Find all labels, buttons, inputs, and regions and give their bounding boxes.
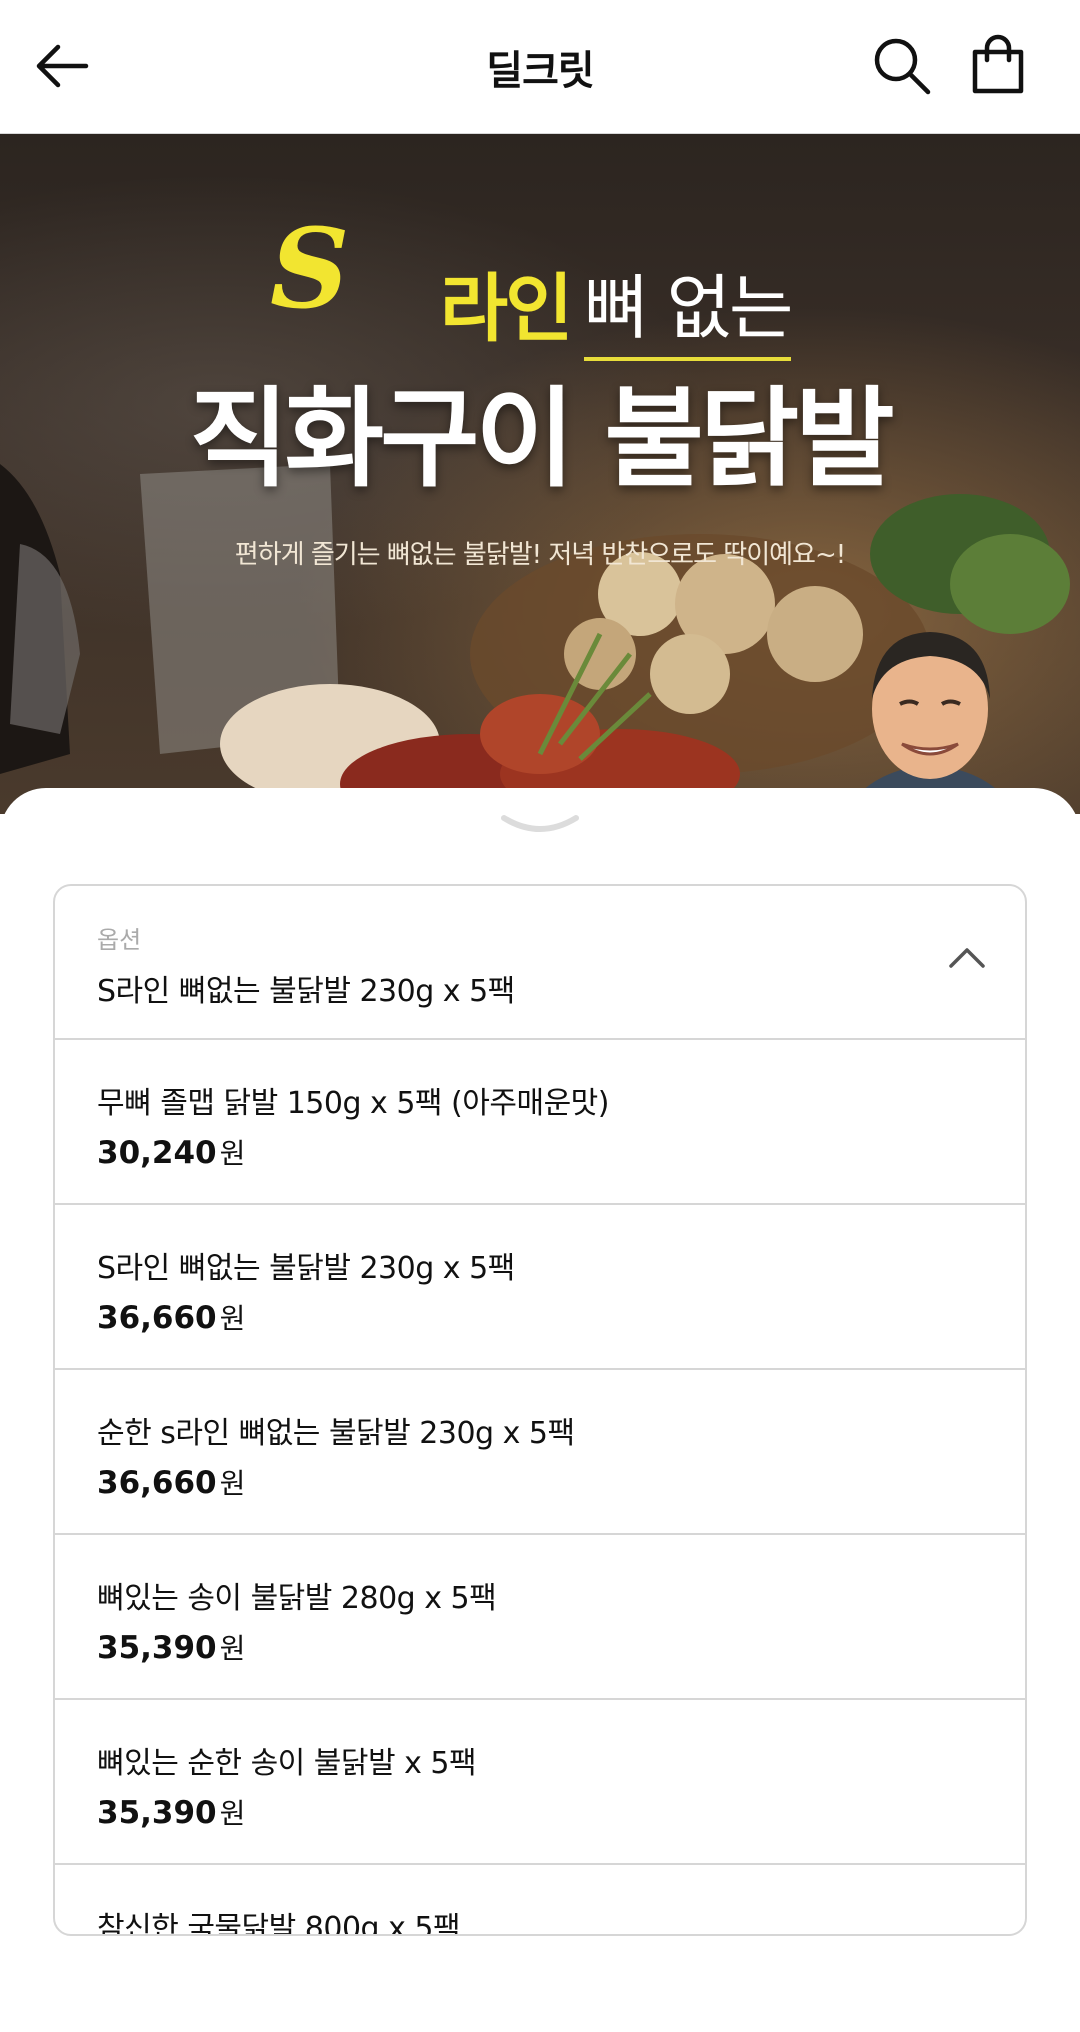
sheet-handle-chevron-icon[interactable] <box>498 810 582 840</box>
option-item[interactable]: 뼈있는 송이 불닭발 280g x 5팩 35,390 원 <box>55 1535 1025 1700</box>
price-value: 30,240 <box>97 1135 217 1171</box>
option-item-name: 순한 s라인 뼈없는 불닭발 230g x 5팩 <box>97 1416 575 1451</box>
option-item[interactable]: 뼈있는 순한 송이 불닭발 x 5팩 35,390 원 <box>55 1700 1025 1865</box>
price-unit: 원 <box>219 1137 246 1170</box>
option-item-price: 35,390 원 <box>97 1792 245 1832</box>
option-item-price: 30,240 원 <box>97 1132 245 1172</box>
price-value: 36,660 <box>97 1300 217 1336</box>
shopping-bag-icon <box>972 34 1024 94</box>
option-item[interactable]: 순한 s라인 뼈없는 불닭발 230g x 5팩 36,660 원 <box>55 1370 1025 1535</box>
price-unit: 원 <box>219 1467 246 1500</box>
price-value: 35,390 <box>97 1630 217 1666</box>
option-label: 옵션 <box>97 926 142 954</box>
option-item-price: 36,660 원 <box>97 1297 245 1337</box>
option-item[interactable]: 무뼈 졸맵 닭발 150g x 5팩 (아주매운맛) 30,240 원 <box>55 1040 1025 1205</box>
price-unit: 원 <box>219 1632 246 1665</box>
hero-text-boneless: 뼈 없는 <box>584 252 793 361</box>
option-item[interactable]: S라인 뼈없는 불닭발 230g x 5팩 36,660 원 <box>55 1205 1025 1370</box>
hero-headline: 직화구이 불닭발 <box>189 377 894 502</box>
hero-subtitle: 편하게 즐기는 뼈없는 불닭발! 저녁 반찬으로도 딱이예요~! <box>234 540 846 570</box>
price-value: 35,390 <box>97 1795 217 1831</box>
hero-text-line: 라인 <box>440 266 573 352</box>
option-bottom-sheet: 옵션 S라인 뼈없는 불닭발 230g x 5팩 무뼈 졸맵 닭발 150g x… <box>0 788 1080 2032</box>
option-item-name: 무뼈 졸맵 닭발 150g x 5팩 (아주매운맛) <box>97 1086 609 1121</box>
search-icon <box>874 38 931 95</box>
option-item-name: 참신한 국물닭발 800g x 5팩 <box>97 1911 461 1936</box>
option-item[interactable]: 참신한 국물닭발 800g x 5팩 <box>55 1865 1025 1936</box>
option-item-price: 35,390 원 <box>97 1627 245 1667</box>
option-item-price: 36,660 원 <box>97 1462 245 1502</box>
option-item-name: S라인 뼈없는 불닭발 230g x 5팩 <box>97 1251 515 1286</box>
price-unit: 원 <box>219 1302 246 1335</box>
chevron-up-icon <box>949 948 985 968</box>
price-value: 36,660 <box>97 1465 217 1501</box>
cart-button[interactable] <box>962 30 1034 102</box>
option-select-list: 옵션 S라인 뼈없는 불닭발 230g x 5팩 무뼈 졸맵 닭발 150g x… <box>53 884 1027 1936</box>
search-button[interactable] <box>866 30 938 102</box>
option-item-name: 뼈있는 송이 불닭발 280g x 5팩 <box>97 1581 497 1616</box>
hero-text-s: S <box>270 204 349 333</box>
option-select-header[interactable]: 옵션 S라인 뼈없는 불닭발 230g x 5팩 <box>55 886 1025 1040</box>
product-hero-image: S 라인 뼈 없는 직화구이 불닭발 편하게 즐기는 뼈없는 불닭발! 저녁 반… <box>0 134 1080 814</box>
price-unit: 원 <box>219 1797 246 1830</box>
option-selected-value: S라인 뼈없는 불닭발 230g x 5팩 <box>97 974 515 1009</box>
option-item-name: 뼈있는 순한 송이 불닭발 x 5팩 <box>97 1746 477 1781</box>
top-app-bar: 딜크릿 <box>0 0 1080 134</box>
spokesperson-photo <box>845 632 1016 814</box>
